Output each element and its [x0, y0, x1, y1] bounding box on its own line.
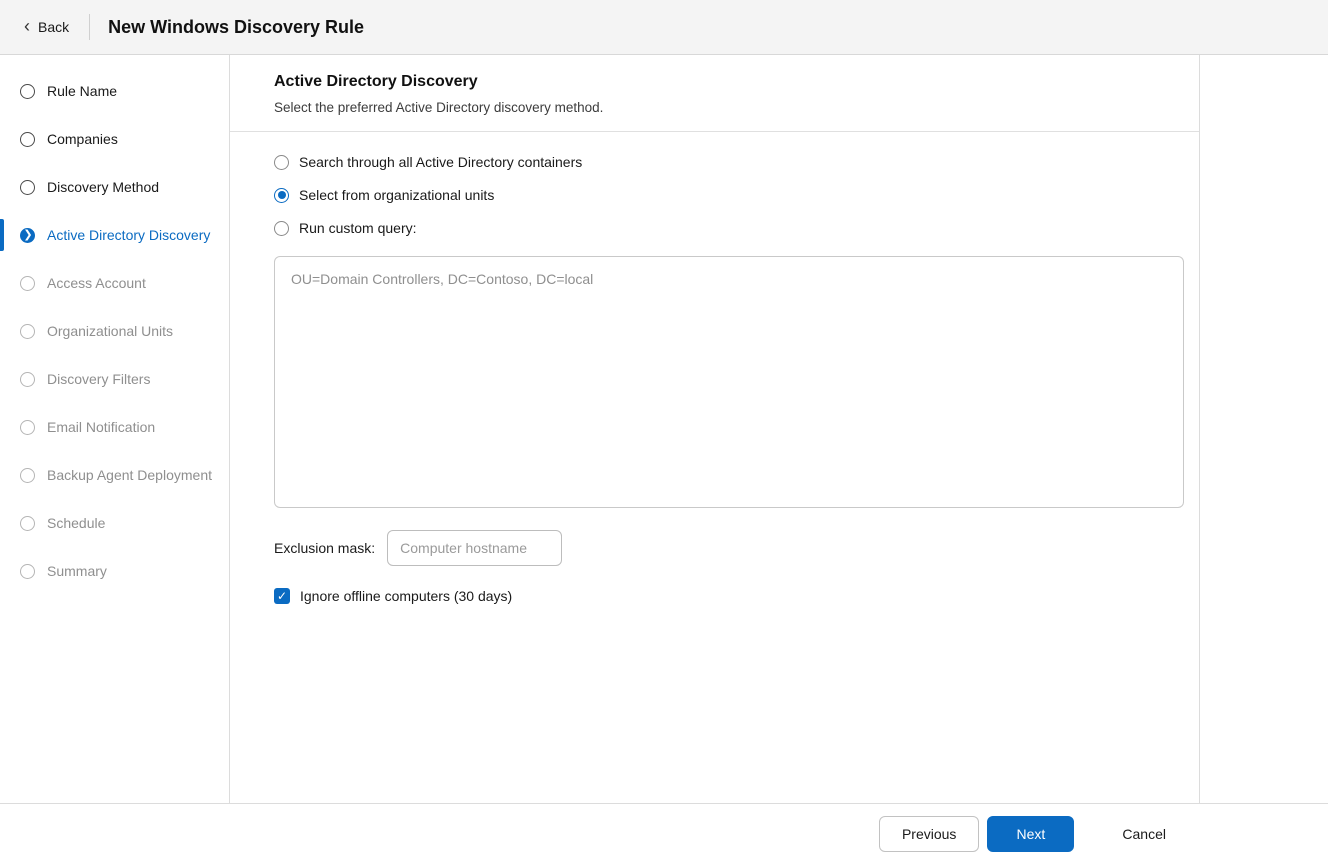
option-run-custom-query[interactable]: Run custom query: [274, 220, 1155, 236]
wizard-content: Rule Name Companies Discovery Method ❯ A… [0, 55, 1328, 803]
step-radio-icon [20, 179, 35, 195]
step-subtitle: Select the preferred Active Directory di… [274, 100, 604, 115]
step-label: Access Account [47, 275, 146, 291]
radio-label: Search through all Active Directory cont… [299, 154, 583, 170]
next-button[interactable]: Next [987, 816, 1075, 852]
step-label: Rule Name [47, 83, 118, 99]
previous-button[interactable]: Previous [878, 816, 980, 852]
step-body: Search through all Active Directory cont… [230, 132, 1199, 604]
step-header: Active Directory Discovery Select the pr… [230, 55, 1199, 131]
sidebar-step-access-account[interactable]: Access Account [0, 259, 229, 307]
back-button-label: Back [38, 19, 70, 35]
radio-selected-icon [274, 187, 289, 203]
step-radio-icon [20, 83, 35, 99]
step-radio-icon [20, 563, 35, 579]
page-title: New Windows Discovery Rule [108, 16, 365, 37]
sidebar-step-organizational-units[interactable]: Organizational Units [0, 307, 229, 355]
step-radio-icon [20, 515, 35, 531]
custom-query-textarea[interactable] [274, 256, 1184, 508]
header-divider [89, 14, 91, 40]
step-radio-icon [20, 467, 35, 483]
right-gutter [1200, 55, 1328, 803]
step-label: Organizational Units [47, 323, 174, 339]
cancel-button[interactable]: Cancel [1100, 816, 1188, 852]
radio-icon [274, 154, 289, 170]
exclusion-mask-label: Exclusion mask: [274, 540, 376, 556]
sidebar-step-discovery-method[interactable]: Discovery Method [0, 163, 229, 211]
step-main-panel: Active Directory Discovery Select the pr… [230, 55, 1200, 803]
step-radio-icon [20, 131, 35, 147]
sidebar-step-discovery-filters[interactable]: Discovery Filters [0, 355, 229, 403]
step-active-chevron-icon: ❯ [20, 227, 35, 243]
step-radio-icon [20, 419, 35, 435]
step-label: Discovery Filters [47, 371, 151, 387]
sidebar-step-rule-name[interactable]: Rule Name [0, 67, 229, 115]
ignore-offline-computers-checkbox-row[interactable]: ✓ Ignore offline computers (30 days) [274, 588, 1155, 604]
step-label: Email Notification [47, 419, 156, 435]
sidebar-step-companies[interactable]: Companies [0, 115, 229, 163]
option-search-all-containers[interactable]: Search through all Active Directory cont… [274, 154, 1155, 170]
option-select-from-organizational-units[interactable]: Select from organizational units [274, 187, 1155, 203]
step-radio-icon [20, 323, 35, 339]
wizard-header: ‹ Back New Windows Discovery Rule [0, 0, 1328, 55]
step-label: Backup Agent Deployment [47, 467, 212, 483]
sidebar-step-active-directory-discovery[interactable]: ❯ Active Directory Discovery [0, 211, 229, 259]
checkbox-checked-icon[interactable]: ✓ [274, 588, 290, 604]
sidebar-step-summary[interactable]: Summary [0, 547, 229, 595]
step-label: Companies [47, 131, 118, 147]
step-label: Summary [47, 563, 107, 579]
step-title: Active Directory Discovery [274, 73, 478, 90]
radio-label: Run custom query: [299, 220, 417, 236]
step-radio-icon [20, 275, 35, 291]
radio-icon [274, 220, 289, 236]
back-chevron-icon: ‹ [24, 16, 30, 36]
sidebar-step-email-notification[interactable]: Email Notification [0, 403, 229, 451]
sidebar-step-schedule[interactable]: Schedule [0, 499, 229, 547]
sidebar-step-backup-agent-deployment[interactable]: Backup Agent Deployment [0, 451, 229, 499]
step-label: Active Directory Discovery [47, 227, 211, 243]
step-radio-icon [20, 371, 35, 387]
step-label: Schedule [47, 515, 106, 531]
exclusion-mask-input[interactable] [387, 530, 563, 566]
checkbox-label: Ignore offline computers (30 days) [300, 588, 513, 604]
radio-label: Select from organizational units [299, 187, 495, 203]
step-label: Discovery Method [47, 179, 160, 195]
exclusion-mask-row: Exclusion mask: [274, 530, 1155, 566]
wizard-footer: Previous Next Cancel [0, 803, 1328, 864]
wizard-steps-sidebar: Rule Name Companies Discovery Method ❯ A… [0, 55, 230, 803]
back-button[interactable]: ‹ Back [0, 0, 89, 54]
